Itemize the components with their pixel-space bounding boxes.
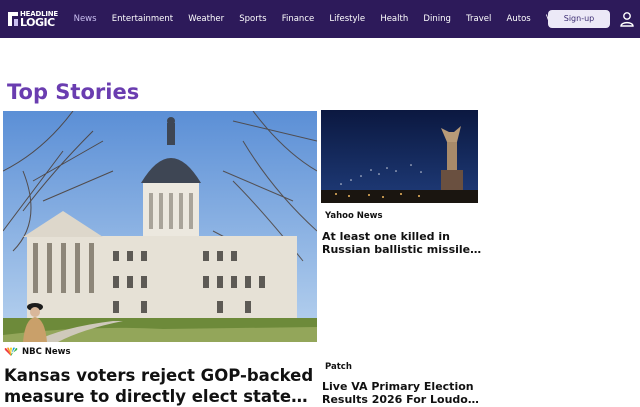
nav-item-news[interactable]: News bbox=[66, 0, 104, 38]
story-source-patch[interactable]: Patch bbox=[325, 362, 352, 372]
brand-logo[interactable]: HEADLINE LOGIC bbox=[8, 9, 58, 29]
top-navigation-bar: HEADLINE LOGIC News Entertainment Weathe… bbox=[0, 0, 640, 38]
brand-name-line2: LOGIC bbox=[20, 16, 55, 29]
nav-item-health[interactable]: Health bbox=[373, 0, 416, 38]
story-title-line: Kansas voters reject GOP-backed bbox=[4, 366, 314, 385]
story-title-missile[interactable]: At least one killed in Russian ballistic… bbox=[322, 230, 482, 256]
nav-item-entertainment[interactable]: Entertainment bbox=[104, 0, 181, 38]
capitol-photo bbox=[3, 111, 317, 342]
night-monument-photo bbox=[321, 110, 478, 203]
story-source-nbc[interactable]: NBC News bbox=[22, 347, 71, 357]
story-image-capitol[interactable] bbox=[3, 111, 317, 342]
logo-mark-icon bbox=[8, 12, 18, 26]
section-title: Top Stories bbox=[7, 80, 140, 104]
story-title-kansas[interactable]: Kansas voters reject GOP-backed measure … bbox=[4, 365, 318, 407]
nbc-peacock-icon bbox=[4, 347, 18, 356]
main-nav: News Entertainment Weather Sports Financ… bbox=[66, 0, 577, 38]
story-title-line: At least one killed in bbox=[322, 230, 450, 243]
story-title-line: Russian ballistic missile… bbox=[322, 243, 482, 256]
nav-item-sports[interactable]: Sports bbox=[232, 0, 274, 38]
story-image-monument[interactable] bbox=[321, 110, 478, 203]
nav-item-lifestyle[interactable]: Lifestyle bbox=[322, 0, 373, 38]
story-title-line: Live VA Primary Election bbox=[322, 380, 474, 393]
nav-item-travel[interactable]: Travel bbox=[458, 0, 498, 38]
nav-item-autos[interactable]: Autos bbox=[499, 0, 538, 38]
nav-item-dining[interactable]: Dining bbox=[416, 0, 459, 38]
nav-item-weather[interactable]: Weather bbox=[181, 0, 232, 38]
story-source-yahoo[interactable]: Yahoo News bbox=[325, 211, 383, 221]
story-title-va-primary[interactable]: Live VA Primary Election Results 2026 Fo… bbox=[322, 380, 482, 406]
user-icon[interactable] bbox=[619, 11, 635, 27]
nav-item-finance[interactable]: Finance bbox=[274, 0, 322, 38]
story-title-line: measure to directly elect state… bbox=[4, 387, 308, 406]
signup-button[interactable]: Sign-up bbox=[548, 10, 610, 28]
